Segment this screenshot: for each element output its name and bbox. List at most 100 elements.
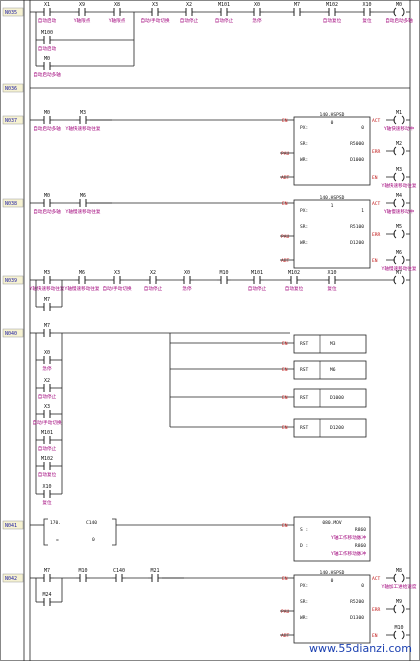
contact-note: 急停 xyxy=(252,17,262,24)
function-box-param-value: R5200 xyxy=(350,599,364,605)
contact-note: Y轴快速移动往复 xyxy=(29,285,65,292)
contact-note: 自动复位 xyxy=(323,17,342,24)
rst-op: RST xyxy=(300,425,309,431)
compare-bracket-right xyxy=(112,518,117,546)
function-box-param-value: R860 xyxy=(355,543,366,549)
contact-note: 自动/手动切换 xyxy=(32,419,62,426)
rung-label: N041 xyxy=(5,523,17,529)
watermark: www.55dianzi.com xyxy=(308,642,412,655)
rst-op: RST xyxy=(300,341,309,347)
compare-operator: = xyxy=(56,538,59,543)
coil-name: M2 xyxy=(396,141,402,147)
contact-note: 自动/手动切换 xyxy=(140,17,170,24)
function-box-param-value: R5000 xyxy=(350,141,364,147)
contact-name: M0 xyxy=(44,110,50,116)
output-en: EN xyxy=(372,258,378,264)
contact-x3: X3 xyxy=(152,2,158,8)
function-box-param-label: SR: xyxy=(300,224,308,230)
function-box-param-label: S : xyxy=(300,527,308,533)
ladder-diagram: N035X1自动启动X9Y轴限点X8Y轴限点X3自动/手动切换X2自动停止M10… xyxy=(2,0,417,661)
function-box-param-value: 0 xyxy=(361,125,364,131)
contact-name: X10 xyxy=(327,270,336,276)
coil-arc xyxy=(401,630,405,640)
input-abt: ABT xyxy=(281,633,290,639)
input-en: EN xyxy=(282,118,288,124)
contact-name: M6 xyxy=(80,193,86,199)
contact-note: 自动停止 xyxy=(180,17,199,24)
rung-label: N035 xyxy=(5,10,17,16)
function-box-param-value: R5100 xyxy=(350,224,364,230)
compare-operand-b: 0 xyxy=(92,537,95,543)
coil-note: Y轴快速移动中 xyxy=(383,125,415,132)
contact-name: M0 xyxy=(44,193,50,199)
contact-name: M10 xyxy=(78,568,87,574)
function-box-param-value: 1 xyxy=(361,208,364,214)
input-pau: PAU xyxy=(281,234,290,240)
rung-label: N042 xyxy=(5,576,17,582)
function-box-param-value: D1300 xyxy=(350,615,364,621)
contact-name: M101 xyxy=(41,430,53,436)
input-en: EN xyxy=(282,201,288,207)
coil-arc xyxy=(401,7,405,17)
contact-note: 自动停止 xyxy=(215,17,234,24)
contact-name: X0 xyxy=(184,270,190,276)
contact-x9: X9 xyxy=(79,2,85,8)
coil-arc xyxy=(401,275,405,285)
contact-name: M3 xyxy=(44,270,50,276)
coil-note: Y轴慢速移动中 xyxy=(383,208,415,215)
contact-name: M10 xyxy=(219,270,228,276)
contact-name: C140 xyxy=(113,568,125,574)
function-box-channel: 0 xyxy=(331,120,334,126)
contact-note: Y轴快速移动往复 xyxy=(65,125,101,132)
input-pau: PAU xyxy=(281,609,290,615)
input-pau: PAU xyxy=(281,151,290,157)
function-box-title: 140.HSPSD xyxy=(320,570,345,576)
contact-name: M102 xyxy=(288,270,300,276)
input-en: EN xyxy=(282,395,288,401)
coil-note: 自动启动多轴 xyxy=(385,17,413,24)
contact-x1: X1 xyxy=(44,2,50,8)
output-err: ERR xyxy=(372,232,381,238)
function-box-param-value: Y轴工作移动脉冲 xyxy=(330,534,366,541)
contact-name: M100 xyxy=(41,30,53,36)
function-box-param-value: 0 xyxy=(361,583,364,589)
contact-m102: M102 xyxy=(326,2,338,8)
contact-note: 自动启动 xyxy=(38,45,57,52)
contact-note: Y轴慢速移动往复 xyxy=(65,208,101,215)
output-act: ACT xyxy=(372,201,381,207)
contact-name: M102 xyxy=(41,456,53,462)
function-box-channel: 1 xyxy=(331,203,334,209)
coil-name: M1 xyxy=(396,110,402,116)
contact-note: 自动复位 xyxy=(285,285,304,292)
coil-arc xyxy=(401,198,405,208)
contact-note: 自动启动多轴 xyxy=(33,71,61,78)
contact-name: M7 xyxy=(44,323,50,329)
contact-name: M0 xyxy=(44,56,50,62)
contact-note: 自动停止 xyxy=(38,393,57,400)
input-en: EN xyxy=(282,367,288,373)
contact-note: 复位 xyxy=(327,285,337,292)
function-box-param-value: D1000 xyxy=(350,157,364,163)
coil-arc xyxy=(401,146,405,156)
contact-note: 自动启动多轴 xyxy=(33,208,61,215)
function-box-title: 140.HSPSD xyxy=(320,195,345,201)
function-box-param-label: WR: xyxy=(300,157,308,163)
contact-m101: M101 xyxy=(218,2,230,8)
rst-op: RST xyxy=(300,395,309,401)
coil-name: M8 xyxy=(396,568,402,574)
coil-arc xyxy=(401,255,405,265)
contact-note: 自动启动多轴 xyxy=(33,125,61,132)
function-box-param-value: D1200 xyxy=(350,240,364,246)
contact-name: M101 xyxy=(251,270,263,276)
contact-note: 自动停止 xyxy=(248,285,267,292)
function-box-param-value: Y轴工作移动脉冲 xyxy=(330,550,366,557)
coil-arc xyxy=(401,573,405,583)
input-abt: ABT xyxy=(281,258,290,264)
function-box-param-label: WR: xyxy=(300,615,308,621)
function-box-param-value: R860 xyxy=(355,527,366,533)
coil-arc xyxy=(401,115,405,125)
coil-name: M3 xyxy=(396,167,402,173)
input-en: EN xyxy=(282,341,288,347)
contact-x2: X2 xyxy=(186,2,192,8)
contact-name: X0 xyxy=(44,350,50,356)
